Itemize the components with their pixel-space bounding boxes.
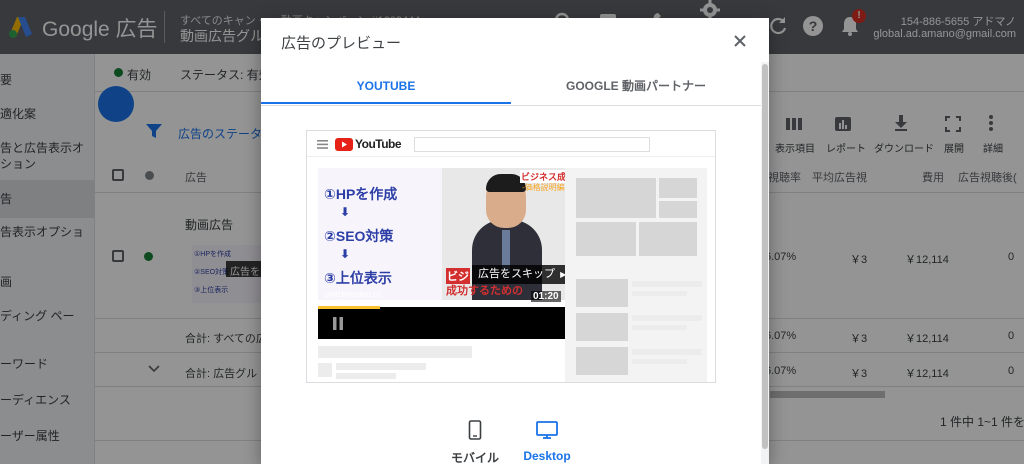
related-thumb-placeholder: [576, 279, 628, 307]
menu-icon: [317, 140, 328, 149]
dialog-title: 広告のプレビュー: [281, 35, 402, 52]
pause-icon[interactable]: [332, 317, 344, 330]
related-meta-placeholder: [632, 325, 687, 330]
youtube-header: YouTube: [307, 131, 715, 157]
dialog-scrollbar-thumb[interactable]: [762, 64, 768, 449]
companion-block: [659, 201, 697, 218]
tab-indicator: [261, 102, 511, 104]
companion-block: [576, 222, 636, 256]
skip-ad-label: 広告をスキップ: [478, 268, 555, 280]
desktop-monitor-icon: [536, 421, 558, 439]
ad-preview-dialog: 広告のプレビュー YOUTUBE GOOGLE 動画パートナー YouTube …: [261, 18, 769, 464]
youtube-logo-text: YouTube: [355, 137, 402, 151]
device-mobile[interactable]: モバイル: [445, 420, 505, 464]
preview-tabs: YOUTUBE GOOGLE 動画パートナー: [261, 68, 761, 106]
tab-divider: [261, 105, 761, 106]
related-title-placeholder: [632, 315, 702, 321]
device-desktop[interactable]: Desktop: [517, 420, 577, 463]
ad-line-3: ③上位表示: [324, 270, 392, 286]
ad-slide-text-panel: ①HPを作成 ⬇ ②SEO対策 ⬇ ③上位表示 switchmarket.co: [318, 168, 442, 300]
video-title-placeholder: [318, 346, 472, 358]
presenter-tie: [502, 230, 510, 270]
tab-youtube[interactable]: YOUTUBE: [261, 68, 511, 104]
youtube-preview-frame: YouTube ①HPを作成 ⬇ ②SEO対策 ⬇ ③上位表示 switchma…: [306, 130, 716, 383]
youtube-search-box: [414, 137, 650, 152]
related-thumb-placeholder: [576, 347, 628, 375]
related-thumb-placeholder: [576, 313, 628, 341]
device-mobile-label: モバイル: [450, 451, 499, 464]
ad-line-2: ②SEO対策: [324, 228, 394, 244]
skip-ad-button[interactable]: 広告をスキップ ▶|: [472, 265, 568, 284]
video-time: 01:20: [531, 291, 561, 302]
related-title-placeholder: [632, 349, 702, 355]
mobile-phone-icon: [468, 420, 482, 440]
channel-subs-placeholder: [336, 373, 396, 379]
ad-arrow-2: ⬇: [340, 247, 351, 261]
channel-avatar-placeholder: [318, 363, 332, 377]
companion-block: [659, 178, 697, 198]
video-progress-bar[interactable]: [318, 306, 380, 309]
close-icon[interactable]: [731, 32, 749, 50]
tab-google-video-partners[interactable]: GOOGLE 動画パートナー: [511, 68, 761, 104]
ad-arrow-1: ⬇: [340, 205, 351, 219]
ad-watermark: switchmarket.co: [324, 290, 382, 299]
device-desktop-label: Desktop: [523, 449, 571, 463]
companion-banner-block: [576, 178, 656, 218]
youtube-play-logo-icon: [335, 138, 353, 151]
ad-banner-sub: -価格説明編-: [522, 183, 566, 192]
related-meta-placeholder: [632, 359, 687, 364]
video-controls-bar[interactable]: [318, 307, 566, 339]
ad-caption-2: 成功するための: [446, 285, 523, 297]
ad-line-1: ①HPを作成: [324, 186, 398, 202]
related-title-placeholder: [632, 281, 702, 287]
channel-name-placeholder: [336, 363, 426, 370]
related-meta-placeholder: [632, 291, 687, 296]
companion-block: [639, 222, 697, 256]
